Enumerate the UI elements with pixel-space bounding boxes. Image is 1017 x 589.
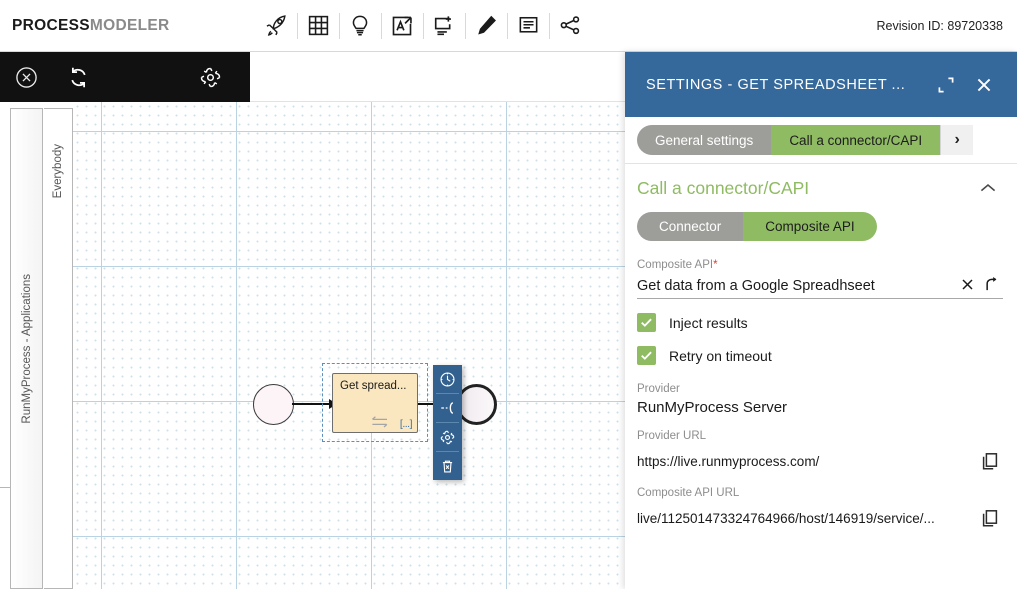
copy-icon[interactable] (977, 449, 1003, 473)
lane-label: Everybody (52, 144, 64, 199)
lane-header[interactable]: Everybody (44, 108, 73, 589)
bpmn-canvas[interactable]: RunMyProcess - Applications Everybody Ge… (0, 102, 625, 589)
start-event[interactable] (253, 384, 294, 425)
editor-black-toolbar (0, 52, 250, 102)
pdf-export-icon[interactable] (381, 6, 423, 46)
inject-results-checkbox[interactable] (637, 313, 656, 332)
tab-label: Call a connector/CAPI (789, 132, 923, 148)
provider-url-row: https://live.runmyprocess.com/ (637, 449, 1003, 473)
segment-label: Connector (659, 219, 722, 234)
composite-api-url-field: Composite API URL live/11250147332476496… (637, 473, 1003, 530)
task-label: Get spread... (340, 380, 407, 392)
brand-bold: PROCESS (12, 16, 90, 34)
pen-icon[interactable] (465, 6, 507, 46)
grid-icon[interactable] (297, 6, 339, 46)
panel-tabs: General settings Call a connector/CAPI › (625, 117, 1017, 163)
panel-title: SETTINGS - GET SPREADSHEET ... (646, 76, 906, 93)
tab-call-a-connector-capi[interactable]: Call a connector/CAPI (771, 125, 941, 155)
expand-icon[interactable] (927, 65, 965, 105)
chevron-up-icon[interactable] (975, 177, 1001, 199)
settings-panel: SETTINGS - GET SPREADSHEET ... General s… (625, 52, 1017, 589)
close-icon[interactable] (965, 65, 1003, 105)
lightbulb-icon[interactable] (339, 6, 381, 46)
label-text: Composite API (637, 259, 714, 271)
composite-api-label: Composite API* (637, 259, 1003, 274)
refresh-icon[interactable] (52, 52, 104, 102)
top-bar: PROCESSMODELER Revision ID: 89720338 (0, 0, 1017, 52)
required-marker: * (713, 259, 718, 271)
provider-url-label: Provider URL (637, 430, 707, 442)
provider-label: Provider (637, 383, 680, 395)
provider-field: Provider RunMyProcess Server (637, 365, 1003, 416)
segment-label: Composite API (765, 219, 855, 234)
inject-results-label: Inject results (669, 314, 748, 331)
retry-on-timeout-checkbox[interactable] (637, 346, 656, 365)
top-toolbar (255, 0, 591, 52)
chevron-right-icon[interactable]: › (940, 125, 974, 155)
clear-icon[interactable] (955, 274, 979, 294)
document-icon[interactable] (507, 6, 549, 46)
provider-url-field: Provider URL https://live.runmyprocess.c… (637, 416, 1003, 473)
close-icon[interactable] (0, 52, 52, 102)
retry-on-timeout-label: Retry on timeout (669, 347, 772, 364)
open-arrow-icon[interactable] (979, 274, 1003, 294)
process-modeler-app: PROCESSMODELER Revision ID: 89720338 Run… (0, 0, 1017, 589)
composite-api-url-row: live/112501473324764966/host/146919/serv… (637, 506, 1003, 530)
provider-url-value: https://live.runmyprocess.com/ (637, 453, 820, 469)
app-brand: PROCESSMODELER (0, 17, 250, 35)
connector-type-segmented-control: Connector Composite API (637, 212, 1003, 241)
settings-panel-header: SETTINGS - GET SPREADSHEET ... (625, 52, 1017, 117)
tab-general-settings[interactable]: General settings (637, 125, 772, 155)
copy-icon[interactable] (977, 506, 1003, 530)
revision-id: Revision ID: 89720338 (876, 18, 1003, 33)
branch-icon[interactable] (433, 394, 462, 422)
pool-label: RunMyProcess - Applications (20, 273, 33, 424)
gear-icon[interactable] (184, 52, 236, 102)
tab-label: General settings (655, 132, 754, 148)
share-icon[interactable] (549, 6, 591, 46)
inject-results-row[interactable]: Inject results (637, 299, 1003, 332)
segment-composite-api[interactable]: Composite API (743, 212, 877, 241)
composite-api-input-row[interactable]: Get data from a Google Spreadhseet (637, 274, 1003, 299)
rocket-icon[interactable] (255, 6, 297, 46)
service-task-get-spreadsheet[interactable]: Get spread... [...] (332, 373, 418, 433)
composite-api-url-value: live/112501473324764966/host/146919/serv… (637, 510, 935, 526)
composite-api-url-label: Composite API URL (637, 487, 740, 499)
panel-body: Call a connector/CAPI Connector Composit… (625, 164, 1017, 589)
composite-api-field: Composite API* Get data from a Google Sp… (637, 253, 1003, 299)
provider-value: RunMyProcess Server (637, 399, 788, 416)
canvas-grid (73, 102, 625, 589)
gear-icon[interactable] (433, 423, 462, 451)
loop-marker-icon (369, 415, 391, 429)
section-header[interactable]: Call a connector/CAPI (637, 164, 1003, 209)
segment-connector[interactable]: Connector (637, 212, 744, 241)
add-panel-icon[interactable] (423, 6, 465, 46)
composite-api-value[interactable]: Get data from a Google Spreadhseet (637, 278, 955, 294)
retry-on-timeout-row[interactable]: Retry on timeout (637, 332, 1003, 365)
section-title: Call a connector/CAPI (637, 177, 810, 198)
brand-light: MODELER (89, 16, 170, 34)
element-context-toolbar (433, 365, 462, 480)
trash-icon[interactable] (433, 452, 462, 480)
pool-header[interactable]: RunMyProcess - Applications (10, 108, 43, 589)
task-detail-marker[interactable]: [...] (400, 418, 413, 430)
clock-icon[interactable] (433, 365, 462, 393)
end-event[interactable] (456, 384, 497, 425)
